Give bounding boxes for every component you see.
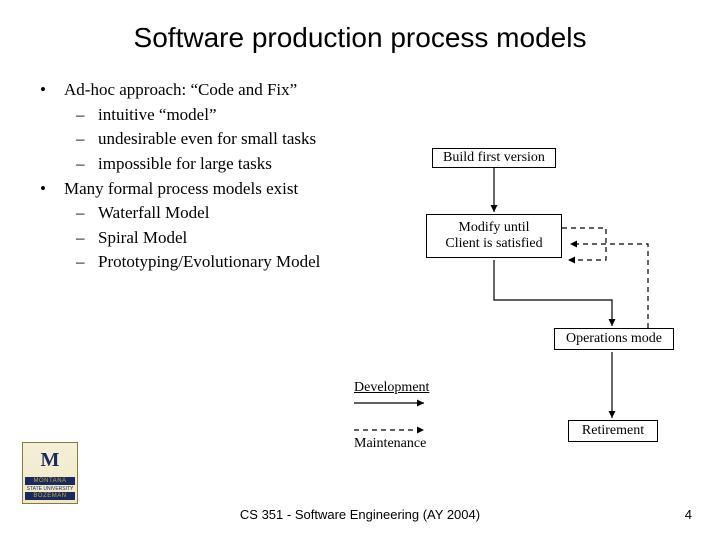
page-number: 4 bbox=[685, 507, 692, 522]
bullet-item: • Many formal process models exist bbox=[40, 177, 320, 202]
sub-text: undesirable even for small tasks bbox=[98, 127, 316, 152]
footer-text: CS 351 - Software Engineering (AY 2004) bbox=[0, 507, 720, 522]
box-label: Modify untilClient is satisfied bbox=[445, 220, 542, 252]
bullet-text: Ad-hoc approach: “Code and Fix” bbox=[64, 78, 297, 103]
logo-letter: M bbox=[23, 449, 77, 472]
sub-item: –impossible for large tasks bbox=[76, 152, 320, 177]
legend-development: Development bbox=[354, 380, 429, 396]
diagram-box-operations: Operations mode bbox=[554, 328, 674, 350]
slide-footer: CS 351 - Software Engineering (AY 2004) … bbox=[0, 507, 720, 522]
sub-item: –Prototyping/Evolutionary Model bbox=[76, 250, 320, 275]
sub-text: intuitive “model” bbox=[98, 103, 217, 128]
sub-item: –intuitive “model” bbox=[76, 103, 320, 128]
sub-text: Waterfall Model bbox=[98, 201, 209, 226]
diagram-box-build: Build first version bbox=[432, 148, 556, 168]
diagram-box-modify: Modify untilClient is satisfied bbox=[426, 214, 562, 258]
bullet-marker: • bbox=[40, 177, 64, 202]
logo-city: BOZEMAN bbox=[25, 492, 75, 500]
sub-marker: – bbox=[76, 250, 98, 275]
sub-marker: – bbox=[76, 127, 98, 152]
bullet-text: Many formal process models exist bbox=[64, 177, 298, 202]
sub-marker: – bbox=[76, 226, 98, 251]
sub-item: –Waterfall Model bbox=[76, 201, 320, 226]
legend-maintenance: Maintenance bbox=[354, 436, 426, 452]
box-label: Operations mode bbox=[566, 331, 662, 347]
university-logo: M MONTANA STATE UNIVERSITY BOZEMAN bbox=[22, 442, 78, 504]
sub-marker: – bbox=[76, 103, 98, 128]
sub-item: –Spiral Model bbox=[76, 226, 320, 251]
sub-marker: – bbox=[76, 152, 98, 177]
slide-title: Software production process models bbox=[0, 0, 720, 54]
logo-state: MONTANA bbox=[25, 477, 75, 485]
diagram-box-retirement: Retirement bbox=[568, 420, 658, 442]
sub-text: impossible for large tasks bbox=[98, 152, 272, 177]
bullet-marker: • bbox=[40, 78, 64, 103]
sub-text: Spiral Model bbox=[98, 226, 187, 251]
box-label: Retirement bbox=[582, 423, 644, 439]
sub-text: Prototyping/Evolutionary Model bbox=[98, 250, 320, 275]
sub-item: –undesirable even for small tasks bbox=[76, 127, 320, 152]
box-label: Build first version bbox=[443, 150, 545, 166]
sub-marker: – bbox=[76, 201, 98, 226]
bullet-list: • Ad-hoc approach: “Code and Fix” –intui… bbox=[40, 78, 320, 275]
bullet-item: • Ad-hoc approach: “Code and Fix” bbox=[40, 78, 320, 103]
